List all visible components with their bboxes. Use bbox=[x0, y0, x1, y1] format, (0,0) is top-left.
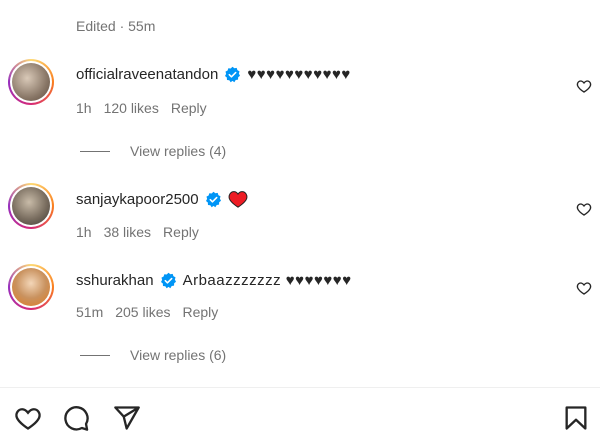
heart-outline-icon[interactable] bbox=[576, 201, 592, 217]
heart-outline-icon[interactable] bbox=[14, 404, 42, 432]
verified-badge-icon bbox=[160, 272, 176, 289]
comment-time: 1h bbox=[76, 224, 92, 240]
username[interactable]: sanjaykapoor2500 bbox=[76, 191, 199, 208]
view-replies-label[interactable]: View replies (6) bbox=[130, 347, 226, 363]
comment-item: officialraveenatandon ♥♥♥♥♥♥♥♥♥♥♥ 1h 120… bbox=[0, 56, 600, 116]
replies-divider-line bbox=[80, 354, 110, 356]
edited-label: Edited · 55m bbox=[76, 18, 156, 34]
paper-plane-icon[interactable] bbox=[113, 404, 141, 432]
heart-outline-icon[interactable] bbox=[576, 78, 592, 94]
bookmark-icon[interactable] bbox=[562, 404, 590, 432]
username[interactable]: sshurakhan bbox=[76, 272, 154, 289]
comment-time: 1h bbox=[76, 100, 92, 116]
comment-text: Arbaazzzzzzz ♥♥♥♥♥♥♥ bbox=[182, 272, 352, 289]
likes-count[interactable]: 205 likes bbox=[115, 304, 170, 320]
replies-divider-line bbox=[80, 150, 110, 152]
verified-badge-icon bbox=[205, 191, 221, 207]
reply-button[interactable]: Reply bbox=[171, 100, 207, 116]
avatar[interactable] bbox=[8, 264, 54, 310]
reply-button[interactable]: Reply bbox=[183, 304, 219, 320]
likes-count[interactable]: 120 likes bbox=[104, 100, 159, 116]
verified-badge-icon bbox=[225, 66, 241, 83]
view-replies-label[interactable]: View replies (4) bbox=[130, 143, 226, 159]
comment-item: sanjaykapoor2500 1h 38 likes Reply bbox=[0, 180, 600, 240]
username[interactable]: officialraveenatandon bbox=[76, 66, 218, 83]
avatar[interactable] bbox=[8, 183, 54, 229]
comment-item: sshurakhan Arbaazzzzzzz ♥♥♥♥♥♥♥ 51m 205 … bbox=[0, 262, 600, 322]
reply-button[interactable]: Reply bbox=[163, 224, 199, 240]
avatar[interactable] bbox=[8, 59, 54, 105]
actions-divider bbox=[0, 387, 600, 388]
comment-time: 51m bbox=[76, 304, 104, 320]
post-actions-bar bbox=[0, 400, 600, 436]
likes-count[interactable]: 38 likes bbox=[104, 224, 151, 240]
heart-outline-icon[interactable] bbox=[576, 280, 592, 296]
comment-bubble-icon[interactable] bbox=[62, 404, 90, 432]
view-replies-link[interactable]: View replies (6) bbox=[80, 347, 226, 363]
comment-text: ♥♥♥♥♥♥♥♥♥♥♥ bbox=[247, 66, 351, 83]
red-heart-icon bbox=[228, 191, 247, 208]
view-replies-link[interactable]: View replies (4) bbox=[80, 143, 226, 159]
